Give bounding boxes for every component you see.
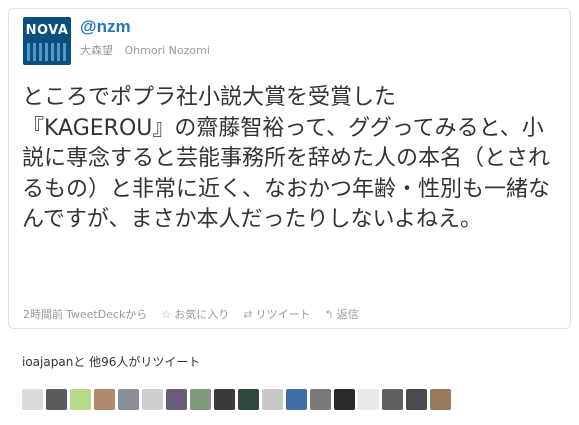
retweeter-link[interactable]: ioajapan — [22, 355, 73, 369]
retweeter-avatar[interactable] — [166, 389, 187, 410]
retweeter-avatar[interactable] — [94, 389, 115, 410]
retweeter-avatar[interactable] — [46, 389, 67, 410]
retweet-summary-text: と 他96人がリツイート — [73, 355, 201, 369]
retweeter-avatars — [22, 389, 451, 410]
retweeter-avatar[interactable] — [358, 389, 379, 410]
favorite-label: お気に入り — [174, 308, 230, 321]
retweeter-avatar[interactable] — [382, 389, 403, 410]
username-link[interactable]: @nzm — [80, 17, 131, 37]
retweet-summary: ioajapanと 他96人がリツイート — [22, 353, 200, 370]
tweet-meta: 2時間前 TweetDeck から ☆ お気に入り ⇄ リツイート ↰ 返信 — [23, 306, 373, 322]
avatar[interactable]: NOVA — [23, 17, 71, 65]
tweet-text: ところでポプラ社小説大賞を受賞した 『KAGEROU』の齋藤智裕って、ググってみ… — [22, 85, 551, 233]
retweeter-avatar[interactable] — [430, 389, 451, 410]
display-name-row: 大森望 Ohmori Nozomi — [80, 42, 210, 58]
retweeter-avatar[interactable] — [22, 389, 43, 410]
reply-icon: ↰ — [324, 307, 334, 321]
star-icon: ☆ — [161, 307, 172, 321]
source-link[interactable]: TweetDeck — [66, 308, 125, 321]
retweeter-avatar[interactable] — [406, 389, 427, 410]
retweeter-avatar[interactable] — [262, 389, 283, 410]
retweeter-avatar[interactable] — [310, 389, 331, 410]
retweeter-avatar[interactable] — [238, 389, 259, 410]
retweet-button[interactable]: ⇄ リツイート — [243, 306, 310, 322]
retweeter-avatar[interactable] — [190, 389, 211, 410]
retweeter-avatar[interactable] — [286, 389, 307, 410]
avatar-pattern — [27, 43, 67, 61]
retweeter-avatar[interactable] — [118, 389, 139, 410]
retweeter-avatar[interactable] — [70, 389, 91, 410]
retweet-label: リツイート — [255, 308, 311, 321]
reply-button[interactable]: ↰ 返信 — [325, 306, 359, 322]
timestamp-link[interactable]: 2時間前 — [23, 306, 63, 322]
avatar-logo-text: NOVA — [25, 23, 69, 38]
romaji-name: Ohmori Nozomi — [124, 44, 210, 57]
retweeter-avatar[interactable] — [214, 389, 235, 410]
reply-label: 返信 — [336, 308, 359, 321]
retweet-icon: ⇄ — [243, 307, 253, 321]
source-suffix: から — [125, 308, 148, 321]
display-name[interactable]: 大森望 — [80, 44, 113, 57]
favorite-button[interactable]: ☆ お気に入り — [161, 306, 229, 322]
retweeter-avatar[interactable] — [334, 389, 355, 410]
retweeter-avatar[interactable] — [142, 389, 163, 410]
